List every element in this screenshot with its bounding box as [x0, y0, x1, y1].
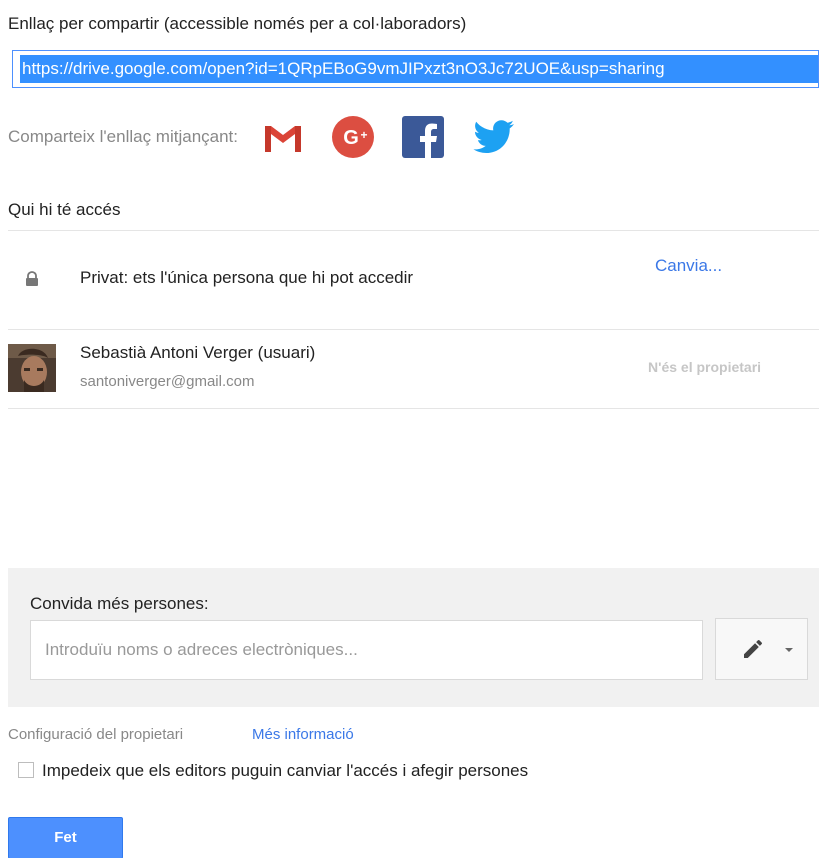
- gmail-icon[interactable]: [260, 114, 306, 160]
- divider: [8, 408, 819, 409]
- facebook-icon[interactable]: [400, 114, 446, 160]
- avatar: [8, 344, 56, 392]
- sharing-dialog: Enllaç per compartir (accessible només p…: [0, 0, 819, 858]
- lock-icon: [26, 271, 38, 286]
- owner-settings-label: Configuració del propietari: [8, 726, 184, 743]
- private-status-text: Privat: ets l'única persona que hi pot a…: [80, 268, 414, 287]
- access-section-title: Qui hi té accés: [8, 200, 121, 219]
- pencil-icon: [744, 639, 763, 658]
- more-info-link[interactable]: Més informació: [252, 726, 354, 743]
- share-link-url[interactable]: https://drive.google.com/open?id=1QRpEBo…: [20, 55, 818, 83]
- share-link-label: Enllaç per compartir (accessible només p…: [8, 14, 467, 33]
- google-plus-icon[interactable]: G +: [330, 114, 376, 160]
- share-link-field[interactable]: https://drive.google.com/open?id=1QRpEBo…: [12, 50, 819, 88]
- user-name: Sebastià Antoni Verger (usuari): [80, 343, 316, 362]
- share-via-row: Comparteix l'enllaç mitjançant: G +: [8, 116, 540, 158]
- chevron-down-icon: [785, 648, 793, 652]
- user-email: santoniverger@gmail.com: [80, 373, 255, 390]
- done-button[interactable]: Fet: [8, 817, 123, 858]
- prevent-editors-label[interactable]: Impedeix que els editors puguin canviar …: [42, 761, 528, 781]
- prevent-editors-checkbox[interactable]: [18, 762, 34, 778]
- permission-dropdown-button[interactable]: [715, 618, 808, 680]
- owner-badge: N'és el propietari: [648, 359, 762, 375]
- svg-text:+: +: [361, 128, 368, 142]
- divider: [8, 329, 819, 330]
- svg-text:G: G: [343, 127, 359, 149]
- invite-input[interactable]: [30, 620, 703, 680]
- divider: [8, 230, 819, 231]
- invite-panel: Convida més persones:: [8, 568, 819, 707]
- twitter-icon[interactable]: [470, 114, 516, 160]
- change-access-link[interactable]: Canvia...: [655, 256, 722, 276]
- share-via-label: Comparteix l'enllaç mitjançant:: [8, 127, 239, 146]
- invite-label: Convida més persones:: [30, 594, 209, 613]
